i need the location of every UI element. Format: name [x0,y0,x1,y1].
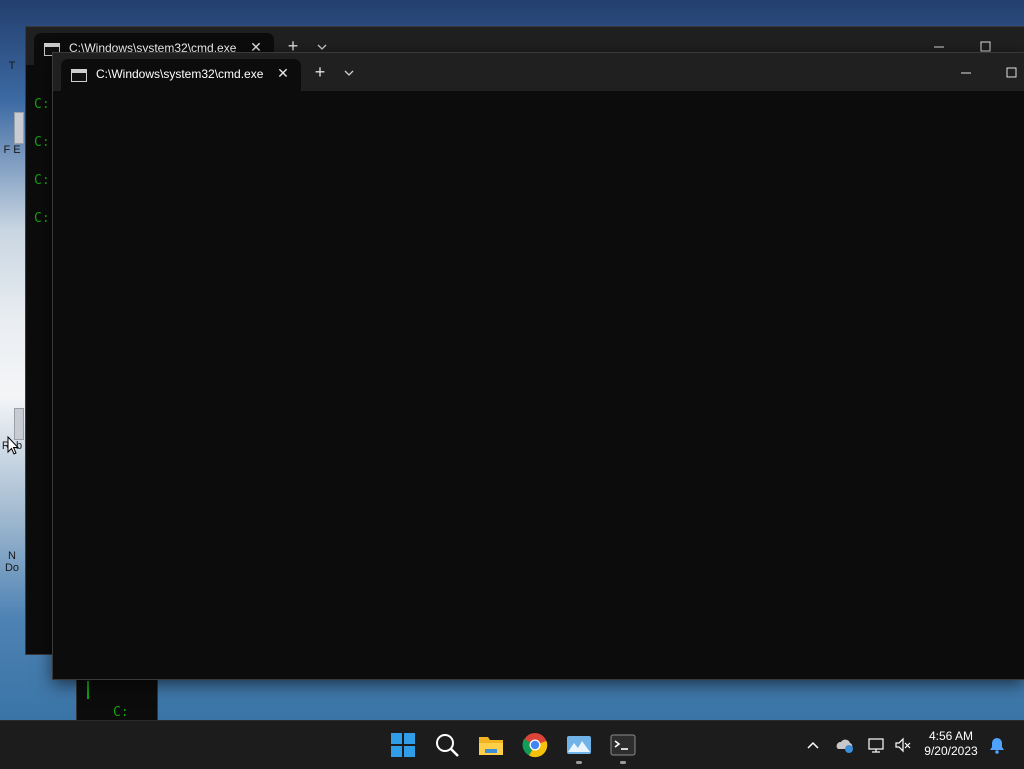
running-indicator [620,761,626,764]
terminal-prompt: C: [34,211,50,226]
mouse-cursor-icon [7,435,20,456]
notification-bell-icon[interactable] [987,735,1007,755]
background-terminal-window[interactable]: C: [76,678,158,722]
terminal-window-front[interactable]: C:\Windows\system32\cmd.exe ✕ + [52,52,1024,680]
tab-cmd[interactable]: C:\Windows\system32\cmd.exe ✕ [61,59,301,91]
running-indicator [576,761,582,764]
terminal-prompt: C: [113,705,129,720]
clock-date: 9/20/2023 [924,744,978,758]
chrome-icon[interactable] [521,731,549,759]
terminal-prompt: C: [34,173,50,188]
minimize-button[interactable] [943,59,989,87]
cmd-icon [71,69,87,82]
desktop-icon[interactable]: N Do [0,550,24,574]
desktop-icon[interactable]: T [0,60,24,72]
network-icon[interactable] [866,735,886,755]
terminal-icon[interactable] [609,731,637,759]
tab-close-button[interactable]: ✕ [274,64,292,82]
volume-muted-icon[interactable] [893,735,913,755]
chevron-down-icon[interactable] [339,63,359,83]
desktop-icon-label: T [8,60,16,72]
terminal-content[interactable] [53,91,1024,679]
photos-icon[interactable] [565,731,593,759]
clock-time: 4:56 AM [928,729,974,743]
file-explorer-icon[interactable] [477,731,505,759]
search-icon[interactable] [433,731,461,759]
clock[interactable]: 4:56 AM 9/20/2023 [918,729,984,759]
new-tab-button[interactable]: + [308,63,332,83]
cursor-bar [87,681,89,699]
taskbar: 4:56 AM 9/20/2023 [0,720,1024,769]
title-bar[interactable]: C:\Windows\system32\cmd.exe ✕ + [53,53,1024,91]
terminal-prompt: C: [34,97,50,112]
desktop-icon[interactable]: F E [0,112,24,156]
terminal-prompt: C: [34,135,50,150]
start-icon[interactable] [389,731,417,759]
maximize-button[interactable] [989,59,1024,87]
desktop-icon-label: F E [3,144,21,156]
chevron-up-icon[interactable] [803,735,823,755]
onedrive-icon[interactable] [835,735,855,755]
tab-title: C:\Windows\system32\cmd.exe [96,67,264,81]
desktop-icon-label: N Do [4,550,20,574]
desktop-icon-image [14,112,24,144]
